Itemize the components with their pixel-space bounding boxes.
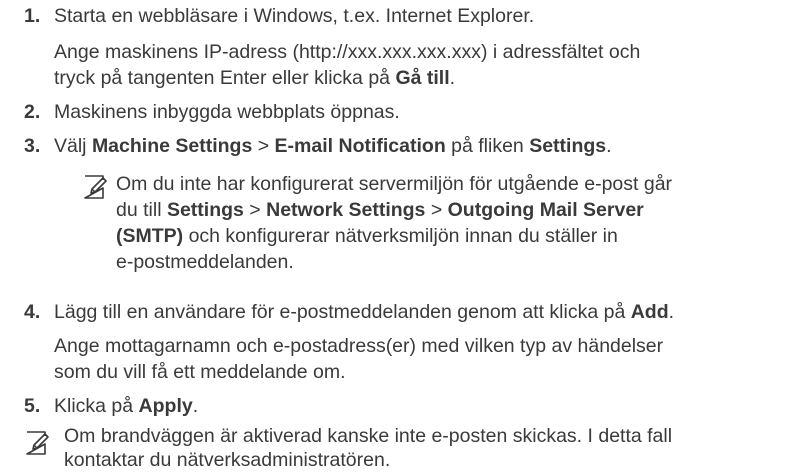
text-run: . <box>192 395 199 417</box>
step-number: 3. <box>24 135 41 157</box>
bold-term: (SMTP) <box>116 225 184 247</box>
step-1-line-1: Starta en webbläsare i Windows, t.ex. In… <box>54 4 534 28</box>
step-5-line-1: Klicka på Apply. <box>54 394 198 418</box>
bold-term: E-mail Notification <box>274 135 446 157</box>
step-4-line-1: Lägg till en användare för e-postmeddela… <box>54 300 674 324</box>
text-run: . <box>606 135 612 157</box>
text-run: Om brandväggen är aktiverad kanske inte … <box>64 425 673 447</box>
text-run: Maskinens inbyggda webbplats öppnas. <box>54 101 400 123</box>
step-3-line-1: Välj Machine Settings > E-mail Notificat… <box>54 134 612 158</box>
step-number: 1. <box>24 5 41 27</box>
text-run: tryck på tangenten Enter eller klicka på <box>54 67 396 89</box>
step-number: 4. <box>24 301 41 323</box>
text-run: Starta en webbläsare i Windows, t.ex. In… <box>54 5 535 27</box>
text-run: och konfigurerar nätverksmiljön innan du… <box>183 225 618 247</box>
step-number: 2. <box>24 101 41 123</box>
bold-term: Add <box>630 301 669 323</box>
bold-term: Network Settings <box>266 199 426 221</box>
note-1-line-3: (SMTP) och konfigurerar nätverksmiljön i… <box>116 224 618 248</box>
step-number: 5. <box>24 395 41 417</box>
text-run: Klicka på <box>54 395 139 417</box>
step-4-line-2: Ange mottagarnamn och e-postadress(er) m… <box>54 334 663 358</box>
bold-term: Gå till <box>395 67 450 89</box>
note-2-line-2: kontaktar du nätverksadministratören. <box>64 448 390 472</box>
text-run: Lägg till en användare för e-postmeddela… <box>54 301 631 323</box>
note-2-line-1: Om brandväggen är aktiverad kanske inte … <box>64 424 672 448</box>
text-run: e-postmeddelanden. <box>116 251 294 273</box>
text-run: . <box>449 67 456 89</box>
text-run: Ange mottagarnamn och e-postadress(er) m… <box>54 335 664 357</box>
text-run: på fliken <box>445 135 530 157</box>
note-1-line-1: Om du inte har konfigurerat servermiljön… <box>116 172 672 196</box>
bold-term: Settings <box>166 199 244 221</box>
bold-term: Machine Settings <box>91 135 253 157</box>
text-run: > <box>252 135 275 157</box>
step-1-line-2: Ange maskinens IP-adress (http://xxx.xxx… <box>54 40 640 64</box>
text-run: > <box>425 199 448 221</box>
text-run: Ange maskinens IP-adress (http://xxx.xxx… <box>54 41 641 63</box>
note-pencil-icon <box>82 174 108 200</box>
step-2-line-1: Maskinens inbyggda webbplats öppnas. <box>54 100 400 124</box>
text-run: kontaktar du nätverksadministratören. <box>64 449 391 471</box>
text-run: > <box>243 199 267 221</box>
text-run: Välj <box>54 135 92 157</box>
note-1-line-2: du till Settings > Network Settings > Ou… <box>116 198 644 222</box>
text-run: du till <box>116 199 167 221</box>
note-pencil-icon <box>24 430 50 456</box>
document-page: 1. Starta en webbläsare i Windows, t.ex.… <box>0 0 812 473</box>
note-1-line-4: e-postmeddelanden. <box>116 250 294 274</box>
text-run: . <box>668 301 675 323</box>
text-run: som du vill få ett meddelande om. <box>54 361 346 383</box>
bold-term: Settings <box>529 135 607 157</box>
bold-term: Apply <box>138 395 193 417</box>
text-run: Om du inte har konfigurerat servermiljön… <box>116 173 673 195</box>
step-1-line-3: tryck på tangenten Enter eller klicka på… <box>54 66 455 90</box>
bold-term: Outgoing Mail Server <box>447 199 644 221</box>
step-4-line-3: som du vill få ett meddelande om. <box>54 360 346 384</box>
